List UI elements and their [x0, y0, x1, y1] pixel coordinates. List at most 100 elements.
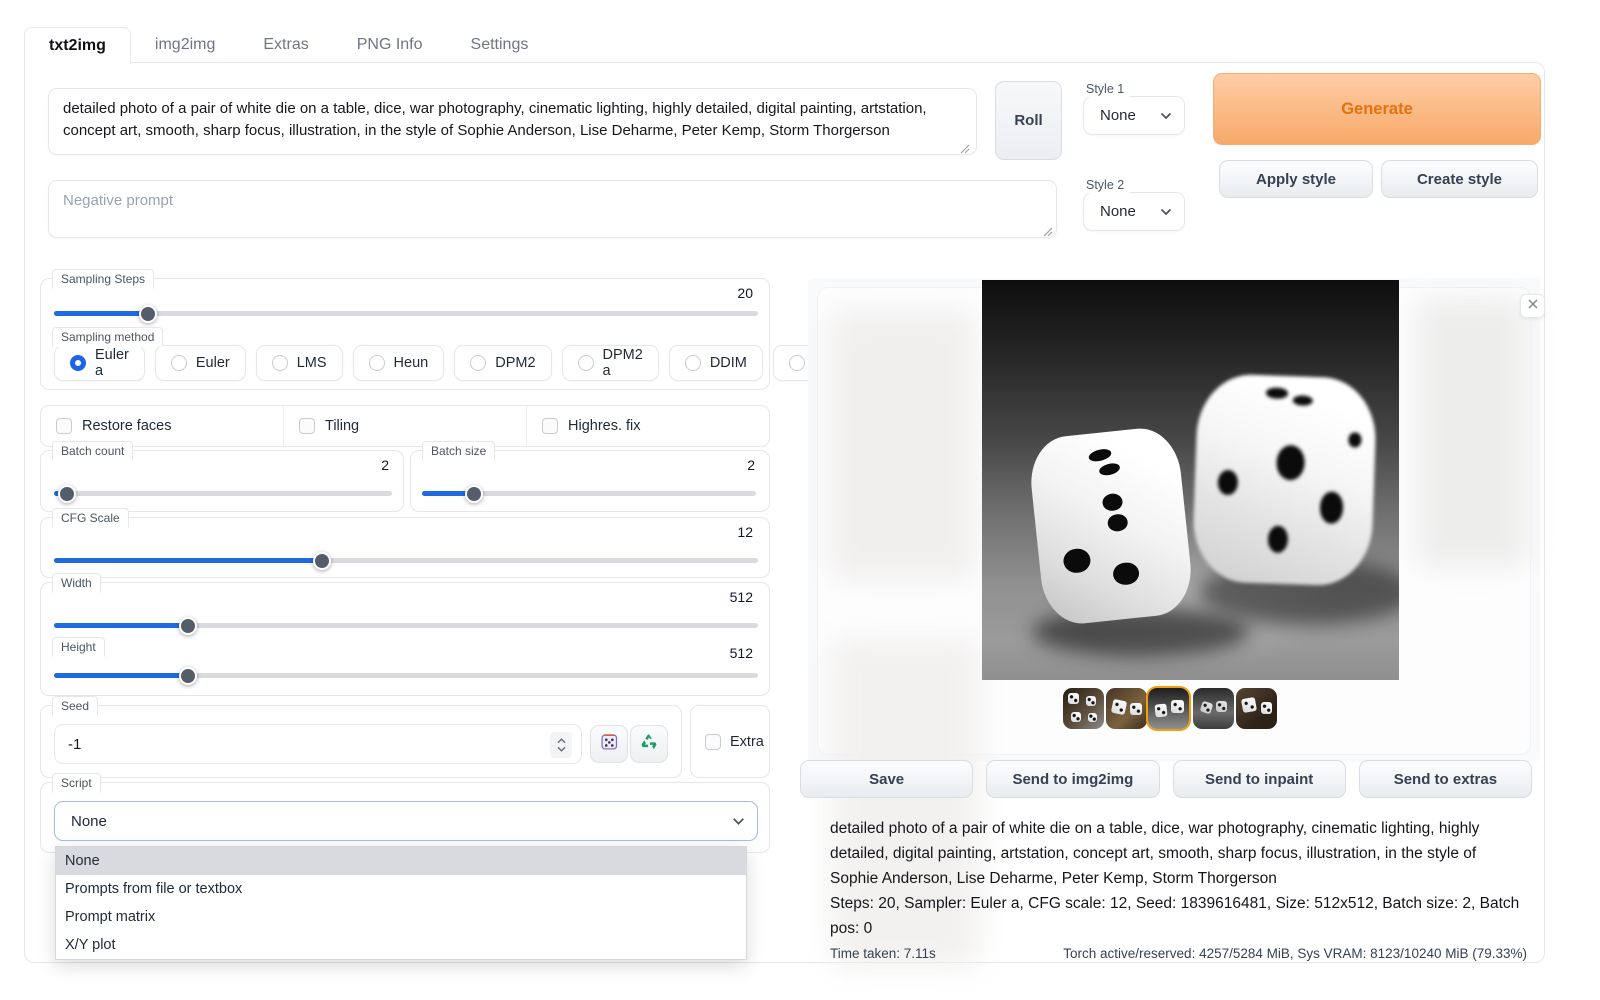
width-slider-handle[interactable]	[179, 617, 197, 635]
tab-txt2img[interactable]: txt2img	[24, 27, 131, 64]
tab-png-info[interactable]: PNG Info	[333, 27, 447, 63]
seed-label: Seed	[52, 696, 98, 716]
radio-dpm2-a[interactable]: DPM2 a	[562, 345, 659, 381]
cfg-scale-group: CFG Scale 12	[40, 517, 770, 578]
radio-dot-icon	[272, 355, 288, 371]
thumbnail-3-selected[interactable]	[1148, 688, 1189, 729]
style1-dropdown[interactable]: Style 1 None	[1083, 96, 1185, 135]
generation-info: detailed photo of a pair of white die on…	[830, 816, 1527, 961]
reuse-seed-button[interactable]	[630, 725, 668, 763]
resize-grip-icon[interactable]	[1041, 224, 1053, 236]
batch-count-value: 2	[381, 457, 389, 473]
batch-size-group: Batch size 2	[410, 450, 770, 512]
style2-dropdown[interactable]: Style 2 None	[1083, 192, 1185, 231]
cfg-scale-slider-handle[interactable]	[313, 552, 331, 570]
script-option-prompt-matrix[interactable]: Prompt matrix	[56, 903, 746, 931]
height-slider[interactable]	[54, 673, 758, 678]
close-icon	[1527, 297, 1539, 315]
tiling-checkbox[interactable]: Tiling	[284, 406, 527, 446]
thumbnail-2[interactable]	[1106, 688, 1147, 729]
radio-dot-icon	[70, 355, 86, 371]
script-option-prompts-from-file[interactable]: Prompts from file or textbox	[56, 875, 746, 903]
radio-heun[interactable]: Heun	[353, 345, 445, 381]
vram-stats-text: Torch active/reserved: 4257/5284 MiB, Sy…	[1063, 946, 1527, 961]
script-dropdown-menu: None Prompts from file or textbox Prompt…	[55, 846, 747, 960]
negative-prompt-input[interactable]	[48, 180, 1057, 238]
number-spinner-icon[interactable]	[550, 732, 572, 758]
checkbox-icon	[299, 418, 315, 434]
blurred-preview	[830, 310, 976, 580]
thumbnail-1[interactable]	[1063, 688, 1104, 729]
result-gallery	[808, 278, 1540, 762]
cfg-scale-value: 12	[737, 524, 753, 540]
extra-label: Extra	[730, 734, 764, 750]
radio-euler-a[interactable]: Euler a	[54, 345, 145, 381]
width-slider[interactable]	[54, 623, 758, 628]
chevron-down-icon	[1160, 203, 1172, 220]
seed-input[interactable]	[55, 725, 581, 763]
height-value: 512	[730, 645, 753, 661]
radio-dot-icon	[685, 355, 701, 371]
blurred-preview	[1416, 298, 1528, 568]
dice-icon	[599, 731, 620, 757]
script-label: Script	[52, 773, 101, 793]
resize-grip-icon[interactable]	[958, 141, 970, 153]
script-option-xy-plot[interactable]: X/Y plot	[56, 931, 746, 959]
tab-img2img[interactable]: img2img	[131, 27, 239, 63]
die-right	[1191, 373, 1377, 587]
radio-ddim[interactable]: DDIM	[669, 345, 763, 381]
chevron-down-icon	[1160, 107, 1172, 124]
thumbnail-5[interactable]	[1236, 688, 1277, 729]
sampling-method-radios: Euler a Euler LMS Heun DPM2 DPM2 a DDIM …	[54, 345, 869, 381]
batch-size-value: 2	[747, 457, 755, 473]
batch-size-slider-handle[interactable]	[465, 485, 483, 503]
roll-button[interactable]: Roll	[995, 81, 1062, 160]
batch-size-slider[interactable]	[422, 491, 756, 496]
sampling-method-label: Sampling method	[52, 327, 163, 347]
sampling-group: Sampling Steps 20 Sampling method Euler …	[40, 278, 770, 390]
generate-button[interactable]: Generate	[1213, 73, 1541, 145]
batch-count-slider-handle[interactable]	[58, 485, 76, 503]
style2-label: Style 2	[1084, 177, 1130, 193]
width-value: 512	[730, 589, 753, 605]
random-seed-button[interactable]	[590, 725, 628, 763]
sampling-steps-slider[interactable]	[54, 311, 758, 316]
radio-euler[interactable]: Euler	[155, 345, 246, 381]
script-option-none[interactable]: None	[56, 847, 746, 875]
checkbox-icon	[542, 418, 558, 434]
radio-dot-icon	[369, 355, 385, 371]
highres-fix-checkbox[interactable]: Highres. fix	[527, 406, 769, 446]
close-gallery-button[interactable]	[1520, 294, 1545, 318]
create-style-button[interactable]: Create style	[1381, 160, 1538, 198]
recycle-icon	[639, 732, 659, 757]
height-slider-handle[interactable]	[179, 667, 197, 685]
script-group: Script None	[40, 782, 770, 853]
result-prompt-text: detailed photo of a pair of white die on…	[830, 816, 1527, 891]
seed-input-wrap	[54, 724, 582, 764]
sampling-steps-slider-handle[interactable]	[139, 305, 157, 323]
send-to-extras-button[interactable]: Send to extras	[1359, 760, 1532, 798]
height-label: Height	[52, 637, 105, 657]
save-button[interactable]: Save	[800, 760, 973, 798]
send-to-inpaint-button[interactable]: Send to inpaint	[1173, 760, 1346, 798]
radio-lms[interactable]: LMS	[256, 345, 343, 381]
restore-faces-checkbox[interactable]: Restore faces	[41, 406, 284, 446]
tab-settings[interactable]: Settings	[447, 27, 553, 63]
apply-style-button[interactable]: Apply style	[1219, 160, 1373, 198]
generated-image[interactable]	[982, 280, 1399, 680]
style2-value: None	[1100, 203, 1136, 220]
cfg-scale-slider[interactable]	[54, 558, 758, 563]
time-taken-text: Time taken: 7.11s	[830, 946, 936, 961]
sampling-steps-value: 20	[737, 285, 753, 301]
extra-seed-group[interactable]: Extra	[690, 705, 770, 778]
script-value: None	[71, 813, 107, 830]
prompt-input[interactable]: detailed photo of a pair of white die on…	[48, 88, 977, 155]
send-to-img2img-button[interactable]: Send to img2img	[986, 760, 1159, 798]
thumbnail-4[interactable]	[1193, 688, 1234, 729]
script-dropdown[interactable]: None	[54, 801, 758, 841]
style1-label: Style 1	[1084, 81, 1130, 97]
tab-extras[interactable]: Extras	[239, 27, 332, 63]
radio-dot-icon	[470, 355, 486, 371]
batch-count-slider[interactable]	[54, 491, 392, 496]
radio-dpm2[interactable]: DPM2	[454, 345, 551, 381]
